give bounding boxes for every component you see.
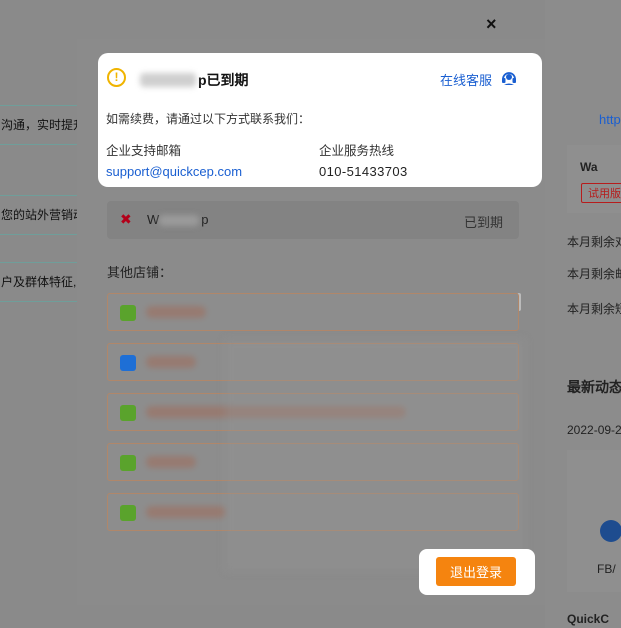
online-service-link[interactable]: 在线客服 (440, 70, 492, 89)
shopify-icon (120, 505, 136, 521)
background-left-panel: 沟通，实时提升 您的站外营销动 户及群体特征, (0, 0, 82, 628)
background-quick-label: QuickC (567, 612, 610, 626)
current-shop-status: 已到期 (463, 215, 503, 230)
email-label: 企业支持邮箱 (106, 144, 182, 158)
background-remain: 本月剩余对 (567, 235, 621, 249)
renewal-description: 如需续费，请通过以下方式联系我们： (106, 112, 311, 126)
current-shop-name: Wp (147, 212, 209, 227)
group-icon (600, 520, 621, 542)
shopify-icon (120, 405, 136, 421)
background-heading: 最新动态 (567, 379, 621, 395)
background-remain: 本月剩余短 (567, 302, 621, 316)
headset-icon[interactable] (500, 69, 518, 87)
background-right-panel: http Wa 试用版 本月剩余对 本月剩余邮 本月剩余短 最新动态 2022-… (545, 0, 621, 628)
alert-card: ! p已到期 在线客服 如需续费，请通过以下方式联系我们： 企业支持邮箱 企业服… (98, 53, 542, 187)
background-fb-label: FB/ (597, 562, 616, 576)
blurred-shop-name (146, 306, 206, 318)
other-shops-label: 其他店铺： (107, 265, 173, 280)
blurred-shop-name (146, 506, 226, 518)
current-shop-row: ✖ Wp 已到期 (107, 201, 519, 239)
phone-label: 企业服务热线 (319, 144, 395, 158)
background-remain: 本月剩余邮 (567, 267, 621, 281)
logout-card: 退出登录 (419, 549, 535, 595)
background-date: 2022-09-2 (567, 423, 621, 437)
shopify-icon (120, 305, 136, 321)
blurred-shop-name (146, 356, 196, 368)
logout-button[interactable]: 退出登录 (436, 557, 516, 586)
trial-badge: 试用版 (581, 183, 621, 203)
support-email-link[interactable]: support@quickcep.com (106, 164, 242, 179)
background-row: 沟通，实时提升 (0, 105, 82, 145)
shop-expired-icon: ✖ (120, 211, 132, 227)
background-shop-name: Wa (580, 160, 598, 174)
blur-overlay (225, 339, 525, 571)
alert-title: p已到期 (140, 70, 249, 90)
close-icon[interactable]: × (486, 14, 497, 35)
store-icon (120, 355, 136, 371)
background-link: http (599, 112, 621, 127)
blurred-shop-name (140, 73, 196, 87)
shopify-icon (120, 455, 136, 471)
background-row: 您的站外营销动 (0, 195, 82, 235)
blurred-shop-name (146, 456, 196, 468)
shop-list-item[interactable] (107, 293, 519, 331)
warning-icon: ! (107, 68, 126, 87)
background-row: 户及群体特征, (0, 262, 82, 302)
service-phone: 010-51433703 (319, 164, 408, 179)
